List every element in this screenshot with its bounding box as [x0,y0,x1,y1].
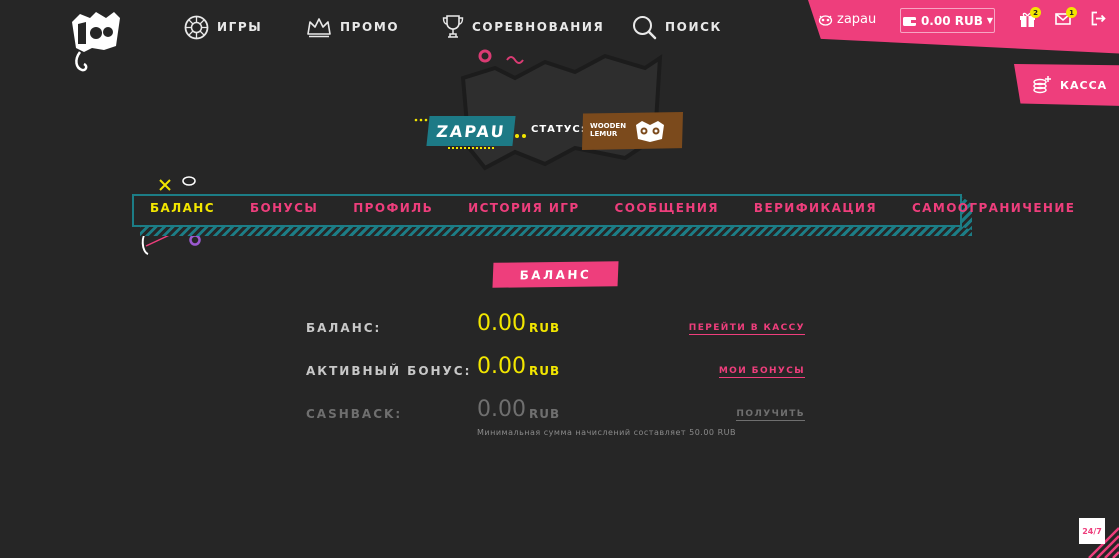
account-tabs: БАЛАНС БОНУСЫ ПРОФИЛЬ ИСТОРИЯ ИГР СООБЩЕ… [150,201,1075,219]
support-chat-button[interactable]: 24/7 [1079,518,1105,544]
tab-verification[interactable]: ВЕРИФИКАЦИЯ [754,201,877,219]
gifts-count-badge: 2 [1030,7,1041,18]
nav-tournaments-label: СОРЕВНОВАНИЯ [472,20,605,34]
crown-icon [307,18,331,38]
status-level-line2: LEMUR [590,130,618,138]
section-title: БАЛАНС [492,261,619,288]
trophy-icon [442,15,464,38]
logout-button[interactable] [1091,11,1106,30]
balance-dropdown[interactable]: 0.00 RUB ▼ [900,8,995,33]
player-name-badge: ZAPAU [426,116,516,146]
background-logo-graphic [460,49,663,171]
active-bonus-value: 0.00 [477,354,526,379]
username: zapau [837,12,877,27]
nav-promo[interactable]: ПРОМО [306,14,399,40]
logout-icon [1091,11,1106,26]
cashier-label: КАССА [1060,78,1108,92]
status-label: СТАТУС: [531,124,586,135]
claim-cashback-link[interactable]: ПОЛУЧИТЬ [736,409,805,421]
status-level-name: WOODEN LEMUR [590,123,626,138]
tab-messages[interactable]: СООБЩЕНИЯ [615,201,719,219]
cashier-button[interactable]: КАССА [1014,64,1119,106]
cashback-label: CASHBACK: [306,407,403,421]
messages-button[interactable]: 1 [1055,7,1077,30]
nav-games[interactable]: ИГРЫ [184,14,262,40]
active-bonus-currency: RUB [529,364,561,378]
active-bonus-label: АКТИВНЫЙ БОНУС: [306,364,472,378]
cashback-minimum-note: Минимальная сумма начислений составляет … [477,428,736,437]
header-balance: 0.00 RUB [920,13,983,28]
gifts-button[interactable]: 2 [1019,7,1041,31]
tabs-bar-shadow [140,226,972,236]
my-bonuses-link[interactable]: МОИ БОНУСЫ [718,366,805,378]
tab-game-history[interactable]: ИСТОРИЯ ИГР [468,201,579,219]
balance-currency: RUB [529,321,561,335]
tab-bonuses[interactable]: БОНУСЫ [250,201,318,219]
cashback-value: 0.00 [477,397,526,422]
chevron-down-icon: ▼ [986,16,994,25]
messages-count-badge: 1 [1066,7,1077,18]
nav-games-label: ИГРЫ [217,20,263,34]
tab-profile[interactable]: ПРОФИЛЬ [353,201,433,219]
lemur-avatar-icon [818,14,833,26]
lemur-mascot-icon [636,121,665,142]
balance-label: БАЛАНС: [306,321,382,335]
go-to-cashier-link[interactable]: ПЕРЕЙТИ В КАССУ [688,323,805,335]
nav-promo-label: ПРОМО [340,20,400,34]
coins-plus-icon [1033,76,1051,94]
nav-search-label: ПОИСК [665,20,722,34]
wallet-icon [902,16,916,26]
balance-value: 0.00 [477,311,526,336]
account-page: ИГРЫ ПРОМО СОРЕВНОВАНИЯ ПОИСК zapau 0.00… [0,0,1119,558]
nav-tournaments[interactable]: СОРЕВНОВАНИЯ [442,14,604,40]
tab-balance[interactable]: БАЛАНС [150,201,215,219]
search-icon [633,15,657,39]
user-profile-link[interactable]: zapau [818,12,876,27]
games-wheel-icon [184,15,209,39]
booi-logo[interactable] [66,8,126,74]
cashback-currency: RUB [529,407,561,421]
status-level-badge[interactable]: WOODEN LEMUR [582,112,683,150]
nav-search[interactable]: ПОИСК [632,14,722,40]
tab-self-exclusion[interactable]: САМООГРАНИЧЕНИЕ [912,201,1075,219]
